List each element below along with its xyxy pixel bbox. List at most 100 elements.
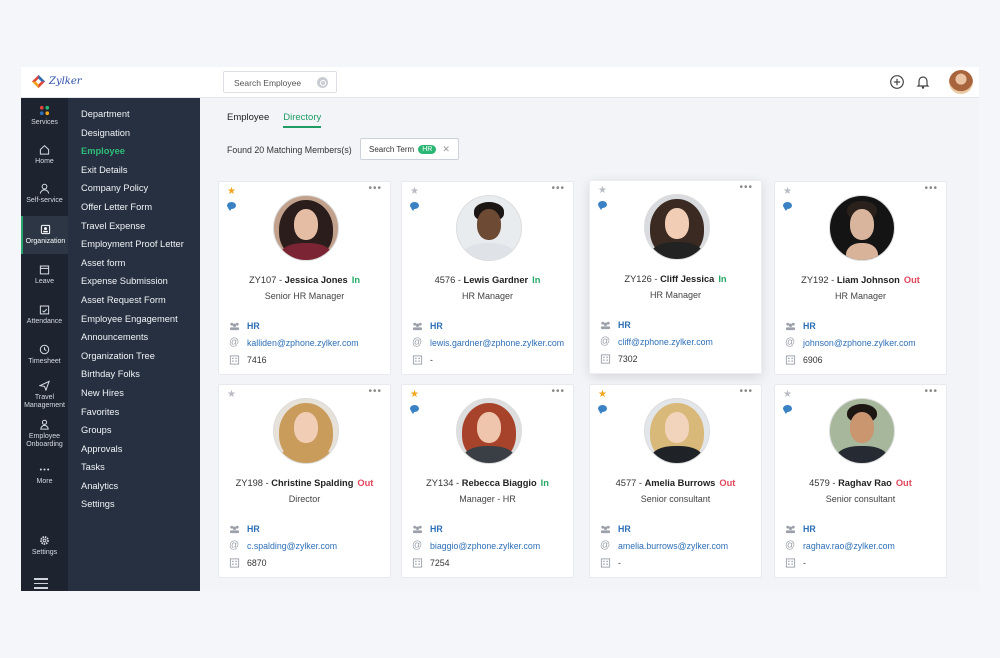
department-value[interactable]: HR	[618, 524, 631, 534]
subnav-item-new-hires[interactable]: New Hires	[68, 384, 200, 403]
subnav-item-settings[interactable]: Settings	[68, 495, 200, 514]
employee-name[interactable]: Jessica Jones	[285, 275, 348, 285]
employee-card[interactable]: ★ ••• ZY198 - Christine Spalding Out Dire…	[218, 384, 391, 578]
filter-chip[interactable]: Search Term HR ✕	[360, 138, 459, 160]
subnav-item-asset-request-form[interactable]: Asset Request Form	[68, 291, 200, 310]
star-icon[interactable]: ★	[410, 187, 419, 197]
subnav-item-offer-letter-form[interactable]: Offer Letter Form	[68, 198, 200, 217]
subnav-item-analytics[interactable]: Analytics	[68, 477, 200, 496]
email-link[interactable]: c.spalding@zylker.com	[247, 541, 337, 551]
rail-item-travel[interactable]: Travel Management	[21, 380, 68, 414]
email-link[interactable]: amelia.burrows@zylker.com	[618, 541, 728, 551]
more-options-icon[interactable]: •••	[368, 183, 382, 194]
department-value[interactable]: HR	[803, 524, 816, 534]
department-value[interactable]: HR	[430, 321, 443, 331]
employee-name[interactable]: Christine Spalding	[271, 478, 353, 488]
search-icon[interactable]	[317, 77, 328, 88]
chat-icon[interactable]	[598, 405, 607, 414]
rail-item-leave[interactable]: Leave	[21, 264, 68, 290]
subnav-item-expense-submission[interactable]: Expense Submission	[68, 272, 200, 291]
star-icon[interactable]: ★	[783, 390, 792, 400]
chat-icon[interactable]	[783, 405, 792, 414]
subnav-item-announcements[interactable]: Announcements	[68, 328, 200, 347]
email-link[interactable]: johnson@zphone.zylker.com	[803, 338, 916, 348]
chat-icon[interactable]	[227, 202, 236, 211]
employee-card[interactable]: ★ ••• ZY107 - Jessica Jones In Senior HR …	[218, 181, 391, 375]
star-icon[interactable]: ★	[598, 390, 607, 400]
subnav-item-asset-form[interactable]: Asset form	[68, 254, 200, 273]
rail-item-timesheet[interactable]: Timesheet	[21, 344, 68, 370]
star-icon[interactable]: ★	[227, 390, 236, 400]
menu-toggle-icon[interactable]	[34, 578, 48, 591]
bell-icon[interactable]	[915, 74, 931, 90]
department-value[interactable]: HR	[430, 524, 443, 534]
email-link[interactable]: cliff@zphone.zylker.com	[618, 337, 713, 347]
chat-icon[interactable]	[598, 201, 607, 210]
subnav-item-employee[interactable]: Employee	[68, 142, 200, 161]
rail-item-organization[interactable]: Organization	[21, 216, 68, 254]
employee-photo[interactable]	[273, 398, 339, 464]
rail-item-attendance[interactable]: Attendance	[21, 304, 68, 330]
subnav-item-designation[interactable]: Designation	[68, 124, 200, 143]
employee-name[interactable]: Liam Johnson	[837, 275, 900, 285]
logo[interactable]: Zylker	[31, 74, 82, 89]
rail-item-self-service[interactable]: Self-service	[21, 183, 68, 209]
employee-card[interactable]: ★ ••• 4579 - Raghav Rao Out Senior consul…	[774, 384, 947, 578]
chat-icon[interactable]	[410, 405, 419, 414]
subnav-item-employee-engagement[interactable]: Employee Engagement	[68, 310, 200, 329]
employee-photo[interactable]	[456, 398, 522, 464]
employee-name[interactable]: Cliff Jessica	[660, 274, 714, 284]
employee-photo[interactable]	[829, 398, 895, 464]
subnav-item-department[interactable]: Department	[68, 105, 200, 124]
search-box[interactable]: Search Employee	[223, 71, 337, 93]
subnav-item-organization-tree[interactable]: Organization Tree	[68, 347, 200, 366]
email-link[interactable]: raghav.rao@zylker.com	[803, 541, 895, 551]
subnav-item-groups[interactable]: Groups	[68, 421, 200, 440]
subnav-item-approvals[interactable]: Approvals	[68, 440, 200, 459]
tab-directory[interactable]: Directory	[283, 112, 322, 128]
department-value[interactable]: HR	[618, 320, 631, 330]
search-input[interactable]: Search Employee	[234, 78, 301, 88]
employee-name[interactable]: Amelia Burrows	[645, 478, 716, 488]
close-icon[interactable]: ✕	[442, 144, 450, 155]
employee-photo[interactable]	[829, 195, 895, 261]
chat-icon[interactable]	[410, 202, 419, 211]
subnav-item-employment-proof-letter[interactable]: Employment Proof Letter	[68, 235, 200, 254]
subnav-item-company-policy[interactable]: Company Policy	[68, 179, 200, 198]
subnav-item-favorites[interactable]: Favorites	[68, 403, 200, 422]
employee-card[interactable]: ★ ••• ZY134 - Rebecca Biaggio In Manager …	[401, 384, 574, 578]
more-options-icon[interactable]: •••	[739, 386, 753, 397]
more-options-icon[interactable]: •••	[924, 386, 938, 397]
rail-item-settings[interactable]: Settings	[21, 535, 68, 561]
subnav-item-tasks[interactable]: Tasks	[68, 458, 200, 477]
rail-item-services[interactable]: Services	[21, 105, 68, 131]
employee-card[interactable]: ★ ••• ZY126 - Cliff Jessica In HR Manager…	[589, 180, 762, 374]
more-options-icon[interactable]: •••	[551, 386, 565, 397]
rail-item-more[interactable]: More	[21, 464, 68, 488]
employee-photo[interactable]	[644, 194, 710, 260]
more-options-icon[interactable]: •••	[551, 183, 565, 194]
department-value[interactable]: HR	[247, 321, 260, 331]
email-link[interactable]: biaggio@zphone.zylker.com	[430, 541, 540, 551]
employee-photo[interactable]	[456, 195, 522, 261]
subnav-item-travel-expense[interactable]: Travel Expense	[68, 217, 200, 236]
star-icon[interactable]: ★	[410, 390, 419, 400]
star-icon[interactable]: ★	[227, 187, 236, 197]
employee-name[interactable]: Rebecca Biaggio	[462, 478, 537, 488]
tab-employee[interactable]: Employee	[227, 112, 269, 128]
rail-item-home[interactable]: Home	[21, 144, 68, 170]
more-options-icon[interactable]: •••	[368, 386, 382, 397]
employee-card[interactable]: ★ ••• 4576 - Lewis Gardner In HR Manager …	[401, 181, 574, 375]
subnav-item-birthday-folks[interactable]: Birthday Folks	[68, 365, 200, 384]
avatar[interactable]	[949, 70, 973, 94]
add-icon[interactable]	[889, 74, 905, 90]
chat-icon[interactable]	[783, 202, 792, 211]
star-icon[interactable]: ★	[598, 186, 607, 196]
employee-name[interactable]: Lewis Gardner	[464, 275, 529, 285]
star-icon[interactable]: ★	[783, 187, 792, 197]
more-options-icon[interactable]: •••	[924, 183, 938, 194]
department-value[interactable]: HR	[247, 524, 260, 534]
rail-item-onboarding[interactable]: Employee Onboarding	[21, 419, 68, 453]
employee-photo[interactable]	[644, 398, 710, 464]
subnav-item-exit-details[interactable]: Exit Details	[68, 161, 200, 180]
